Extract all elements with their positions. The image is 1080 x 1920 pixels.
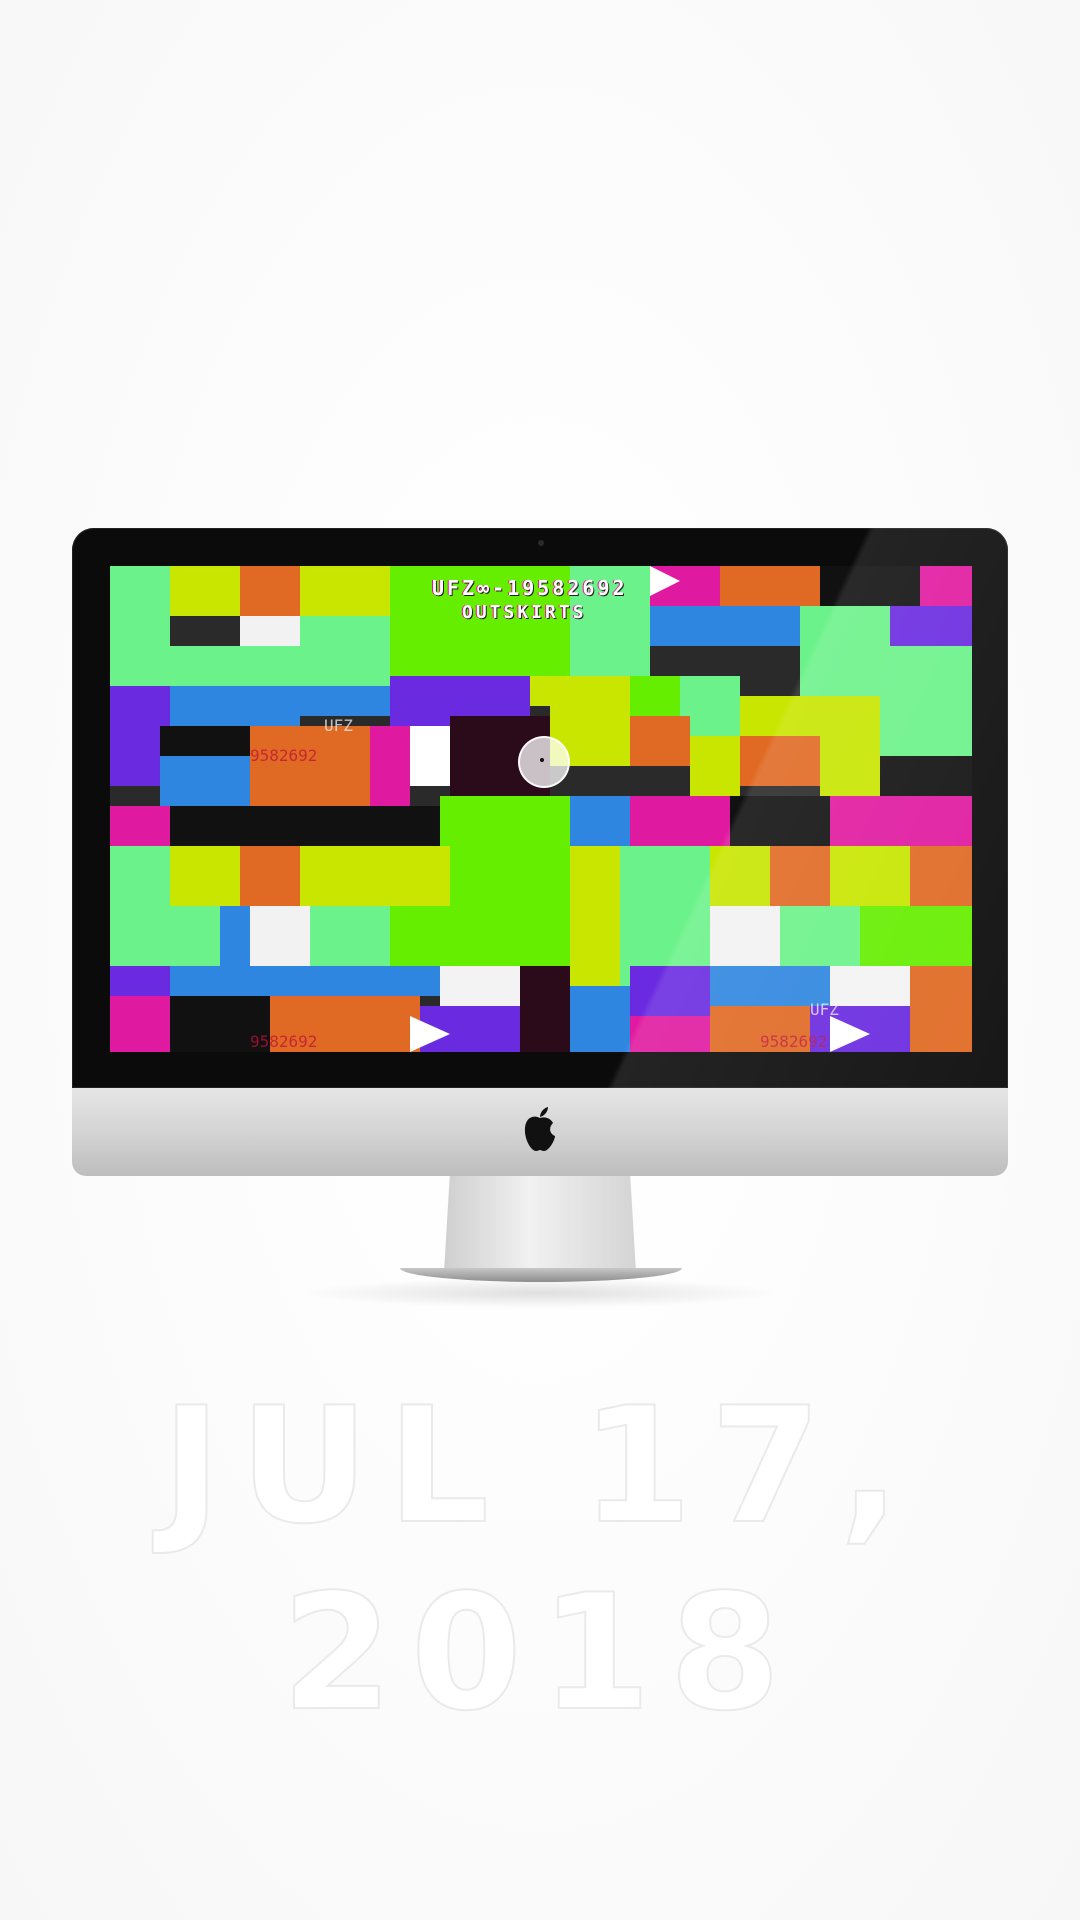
glitch-block: [530, 676, 630, 706]
monitor-stand: [444, 1176, 636, 1272]
glitch-block: [630, 716, 690, 766]
glitch-block: [800, 646, 972, 696]
glitch-block: [910, 966, 972, 1052]
glitch-block: [880, 756, 972, 796]
glitch-block: [770, 846, 830, 906]
glitch-block: [110, 806, 170, 846]
glitch-block: [650, 606, 800, 646]
glitch-block: [220, 906, 250, 966]
glitch-block: [440, 796, 570, 846]
glitch-block: [160, 726, 250, 756]
glitch-block: [440, 966, 520, 1006]
glitch-block: [240, 566, 300, 616]
glitch-block: [290, 806, 440, 846]
glitch-block: [570, 986, 630, 1052]
glitch-block: [720, 566, 820, 606]
glitch-block: [780, 906, 860, 966]
glitch-block: [890, 606, 972, 646]
monitor-shadow: [300, 1278, 780, 1308]
glitch-block: [570, 846, 620, 986]
glitch-block: [820, 756, 880, 796]
glitch-block: [110, 686, 170, 726]
glitch-block: [160, 756, 250, 806]
glitch-block: [110, 566, 170, 646]
glitch-block: [170, 996, 270, 1036]
glitch-block: [920, 566, 972, 606]
glitch-block: [110, 726, 160, 786]
glitch-block: [160, 646, 300, 686]
glitch-block: [170, 846, 240, 906]
glitch-block: [860, 906, 972, 966]
glitch-block: [730, 796, 830, 846]
glitch-block: [910, 846, 972, 906]
glitch-block: [110, 906, 220, 966]
glitch-block: [820, 566, 920, 606]
date-caption: JUL 17, 2018: [161, 1371, 919, 1747]
glitch-block: [170, 806, 290, 846]
glitch-block: [390, 846, 450, 906]
apple-logo-icon: [524, 1107, 555, 1151]
overlay-code: UFZ: [810, 1000, 839, 1019]
glitch-block: [520, 966, 570, 1052]
overlay-number: 9582692: [760, 1032, 828, 1051]
glitch-block: [310, 906, 390, 966]
background: UFZ∞-19582692 OUTSKIRTS 9582692 9582692 …: [0, 0, 1080, 1920]
monitor-screen[interactable]: UFZ∞-19582692 OUTSKIRTS 9582692 9582692 …: [110, 566, 972, 1052]
glitch-block: [740, 736, 820, 786]
glitch-block: [170, 686, 300, 726]
glitch-block: [830, 796, 972, 846]
glitch-block: [370, 726, 410, 806]
glitch-block: [630, 1016, 710, 1052]
glitch-block: [250, 726, 370, 806]
glitch-block: [450, 846, 570, 986]
glitch-block: [110, 846, 170, 906]
glitch-block: [240, 846, 300, 906]
glitch-block: [570, 796, 630, 846]
overlay-number: 9582692: [250, 746, 318, 765]
glitch-block: [570, 626, 650, 676]
glitch-block: [300, 566, 390, 616]
glitch-block: [290, 966, 440, 996]
glitch-block: [620, 846, 710, 906]
camera-icon: [538, 540, 544, 546]
glitch-block: [300, 616, 390, 656]
screen-code-text: UFZ∞-19582692: [432, 576, 628, 600]
overlay-number: 9582692: [250, 1032, 318, 1051]
glitch-block: [690, 736, 740, 796]
glitch-block: [250, 906, 310, 966]
glitch-block: [630, 796, 730, 846]
glitch-block: [170, 566, 240, 616]
overlay-code: UFZ: [324, 716, 353, 735]
screen-location-text: OUTSKIRTS: [462, 602, 587, 623]
glitch-block: [830, 846, 910, 906]
glitch-block: [710, 906, 780, 966]
glitch-block: [880, 696, 972, 756]
glitch-block: [300, 846, 390, 906]
glitch-block: [710, 846, 770, 906]
glitch-block: [110, 996, 170, 1052]
cursor-ring-icon[interactable]: [518, 736, 570, 788]
glitch-block: [110, 646, 160, 686]
glitch-block: [630, 966, 710, 1016]
glitch-block: [630, 676, 680, 716]
glitch-block: [800, 606, 890, 646]
glitch-block: [300, 686, 390, 716]
cursor-dot-icon: [540, 758, 544, 762]
glitch-block: [300, 656, 390, 686]
glitch-block: [830, 966, 910, 1006]
glitch-block: [740, 696, 800, 736]
glitch-block: [170, 966, 290, 996]
